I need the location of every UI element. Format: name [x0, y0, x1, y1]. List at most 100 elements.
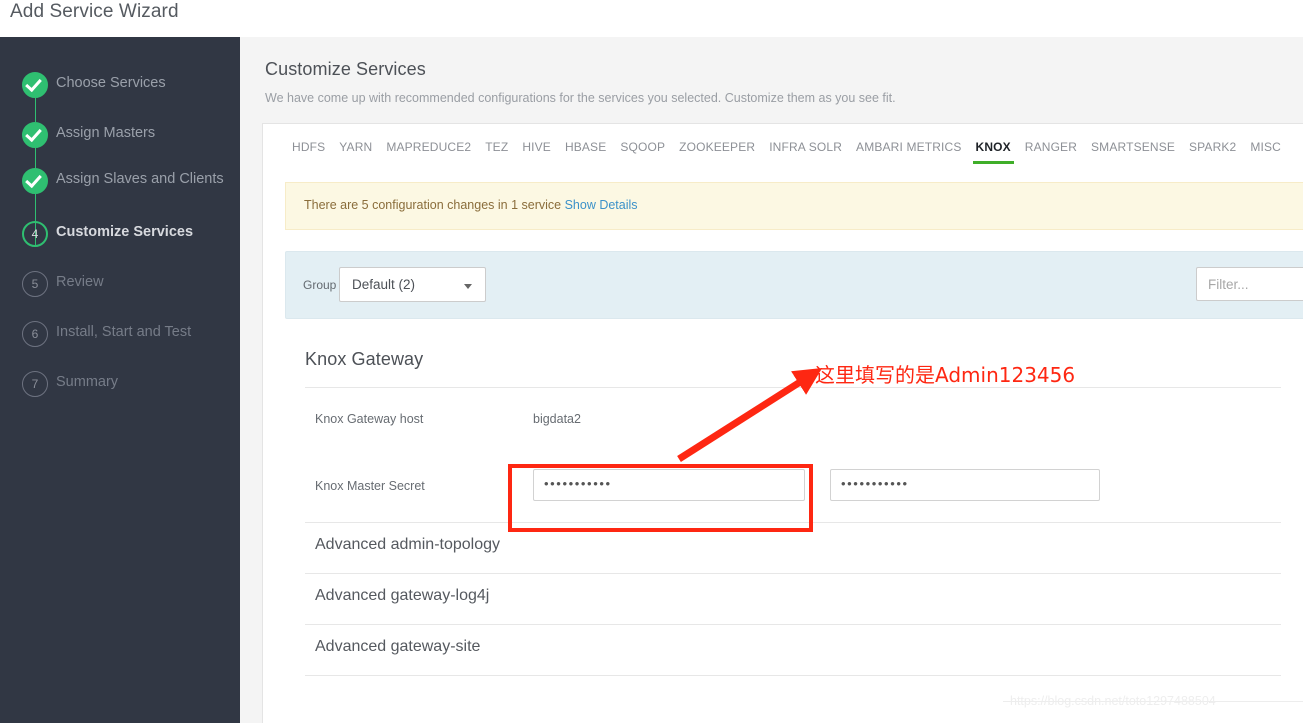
tab-smartsense[interactable]: SMARTSENSE	[1084, 124, 1182, 170]
wizard-step-6: 6 Install, Start and Test	[0, 321, 240, 371]
page-subtitle: We have come up with recommended configu…	[265, 91, 896, 105]
watermark-text: https://blog.csdn.net/toto1297488504	[1010, 694, 1216, 708]
page-title: Customize Services	[265, 59, 426, 79]
accordion-label: Advanced admin-topology	[315, 536, 501, 553]
wizard-step-label: Customize Services	[56, 224, 194, 240]
step-number: 4	[31, 227, 39, 241]
wizard-step-2[interactable]: Assign Masters	[0, 122, 240, 172]
property-row-gateway-host: Knox Gateway host bigdata2	[305, 388, 1281, 455]
wizard-step-label: Assign Masters	[56, 125, 156, 141]
notice-text: There are 5 configuration changes in 1 s…	[304, 198, 562, 212]
knox-master-secret-confirm-input[interactable]: •••••••••••	[830, 469, 1100, 501]
wizard-step-label: Review	[56, 274, 104, 290]
group-label: Group	[303, 278, 337, 292]
property-label: Knox Gateway host	[315, 412, 424, 426]
tab-label: SQOOP	[620, 140, 666, 154]
step-number-badge: 6	[22, 321, 48, 347]
tab-label: ZOOKEEPER	[679, 140, 756, 154]
wizard-step-label: Summary	[56, 374, 119, 390]
step-number-badge: 5	[22, 271, 48, 297]
tab-hive[interactable]: HIVE	[515, 124, 558, 170]
wizard-step-4[interactable]: 4 Customize Services	[0, 221, 240, 271]
tab-label: HBASE	[564, 140, 607, 154]
step-number-badge: 7	[22, 371, 48, 397]
property-value: bigdata2	[533, 412, 581, 426]
filter-input[interactable]	[1197, 268, 1303, 300]
tab-label: HDFS	[292, 140, 326, 154]
accordion-divider	[305, 675, 1281, 676]
tab-label: RANGER	[1024, 140, 1078, 154]
chevron-down-icon	[464, 284, 472, 289]
tab-label: TEZ	[485, 140, 509, 154]
tab-spark2[interactable]: SPARK2	[1182, 124, 1243, 170]
tab-label: YARN	[339, 140, 373, 154]
wizard-step-5: 5 Review	[0, 271, 240, 321]
filter-input-wrapper[interactable]	[1196, 267, 1303, 301]
accordion-advanced-admin-topology[interactable]: Advanced admin-topology	[305, 523, 1281, 573]
tab-active-underline	[972, 161, 1014, 164]
wizard-sidebar: Choose Services Assign Masters Assign Slav…	[0, 37, 240, 723]
section-title: Knox Gateway	[305, 349, 424, 369]
accordion-label: Advanced gateway-site	[315, 638, 481, 655]
wizard-step-label: Choose Services	[56, 75, 166, 91]
step-connector	[34, 98, 36, 122]
tab-label: HIVE	[522, 140, 551, 154]
page-header: Customize Services We have come up with …	[265, 59, 896, 105]
tab-label: MAPREDUCE2	[386, 140, 472, 154]
tab-sqoop[interactable]: SQOOP	[613, 124, 672, 170]
tab-infra-solr[interactable]: INFRA SOLR	[762, 124, 849, 170]
advanced-sections: Advanced admin-topology Advanced gateway-…	[305, 522, 1281, 676]
group-select-value: Default (2)	[352, 277, 416, 292]
accordion-label: Advanced gateway-log4j	[315, 587, 490, 604]
window-title: Add Service Wizard	[10, 1, 179, 22]
property-label: Knox Master Secret	[315, 479, 425, 493]
tab-ambari-metrics[interactable]: AMBARI METRICS	[849, 124, 968, 170]
check-icon	[22, 168, 48, 194]
tab-label: MISC	[1250, 140, 1281, 154]
notice-message: There are 5 configuration changes in 1 s…	[304, 198, 638, 212]
accordion-advanced-gateway-log4j[interactable]: Advanced gateway-log4j	[305, 574, 1281, 624]
tab-label: SMARTSENSE	[1091, 140, 1175, 154]
wizard-step-label: Assign Slaves and Clients	[56, 171, 224, 187]
service-tab-bar[interactable]: HDFS YARN MAPREDUCE2 TEZ HIVE HBASE SQOOP ZOOKE…	[263, 124, 1303, 170]
check-glyph	[25, 74, 42, 93]
knox-master-secret-input[interactable]: •••••••••••	[533, 469, 805, 501]
check-icon	[22, 72, 48, 98]
tab-hbase[interactable]: HBASE	[558, 124, 613, 170]
tab-zookeeper[interactable]: ZOOKEEPER	[672, 124, 762, 170]
wizard-step-3[interactable]: Assign Slaves and Clients	[0, 168, 240, 218]
tab-ranger[interactable]: RANGER	[1018, 124, 1084, 170]
wizard-step-label: Install, Start and Test	[56, 324, 192, 340]
wizard-step-7: 7 Summary	[0, 371, 240, 421]
check-glyph	[25, 124, 42, 143]
tab-label: SPARK2	[1189, 140, 1237, 154]
accordion-advanced-gateway-site[interactable]: Advanced gateway-site	[305, 625, 1281, 675]
window-titlebar: Add Service Wizard	[0, 0, 1303, 37]
step-connector	[34, 148, 36, 170]
config-group-bar: Group Default (2)	[285, 251, 1303, 319]
step-number: 6	[31, 327, 39, 341]
tab-label: INFRA SOLR	[769, 140, 843, 154]
tab-misc[interactable]: MISC	[1243, 124, 1288, 170]
tab-hdfs[interactable]: HDFS	[285, 124, 332, 170]
wizard-step-1[interactable]: Choose Services	[0, 72, 240, 122]
tab-mapreduce2[interactable]: MAPREDUCE2	[379, 124, 478, 170]
tab-yarn[interactable]: YARN	[332, 124, 379, 170]
check-icon	[22, 122, 48, 148]
config-changes-notice: There are 5 configuration changes in 1 s…	[285, 182, 1303, 230]
step-number: 5	[31, 277, 39, 291]
check-glyph	[25, 170, 42, 189]
config-properties-body: Knox Gateway Knox Gateway host bigdata2 …	[263, 333, 1303, 723]
password-dots: •••••••••••	[544, 476, 612, 491]
config-card: HDFS YARN MAPREDUCE2 TEZ HIVE HBASE SQOOP ZOOKE…	[262, 123, 1303, 723]
main-content: Customize Services We have come up with …	[240, 37, 1303, 723]
show-details-link[interactable]: Show Details	[565, 198, 638, 212]
group-select[interactable]: Default (2)	[339, 267, 486, 302]
tab-label: AMBARI METRICS	[856, 140, 962, 154]
step-number-badge: 4	[22, 221, 48, 247]
tab-knox[interactable]: KNOX	[969, 124, 1018, 170]
password-dots: •••••••••••	[841, 476, 909, 491]
step-number: 7	[31, 377, 39, 391]
tab-tez[interactable]: TEZ	[478, 124, 515, 170]
property-row-master-secret: Knox Master Secret ••••••••••• •••••••••…	[305, 455, 1281, 522]
